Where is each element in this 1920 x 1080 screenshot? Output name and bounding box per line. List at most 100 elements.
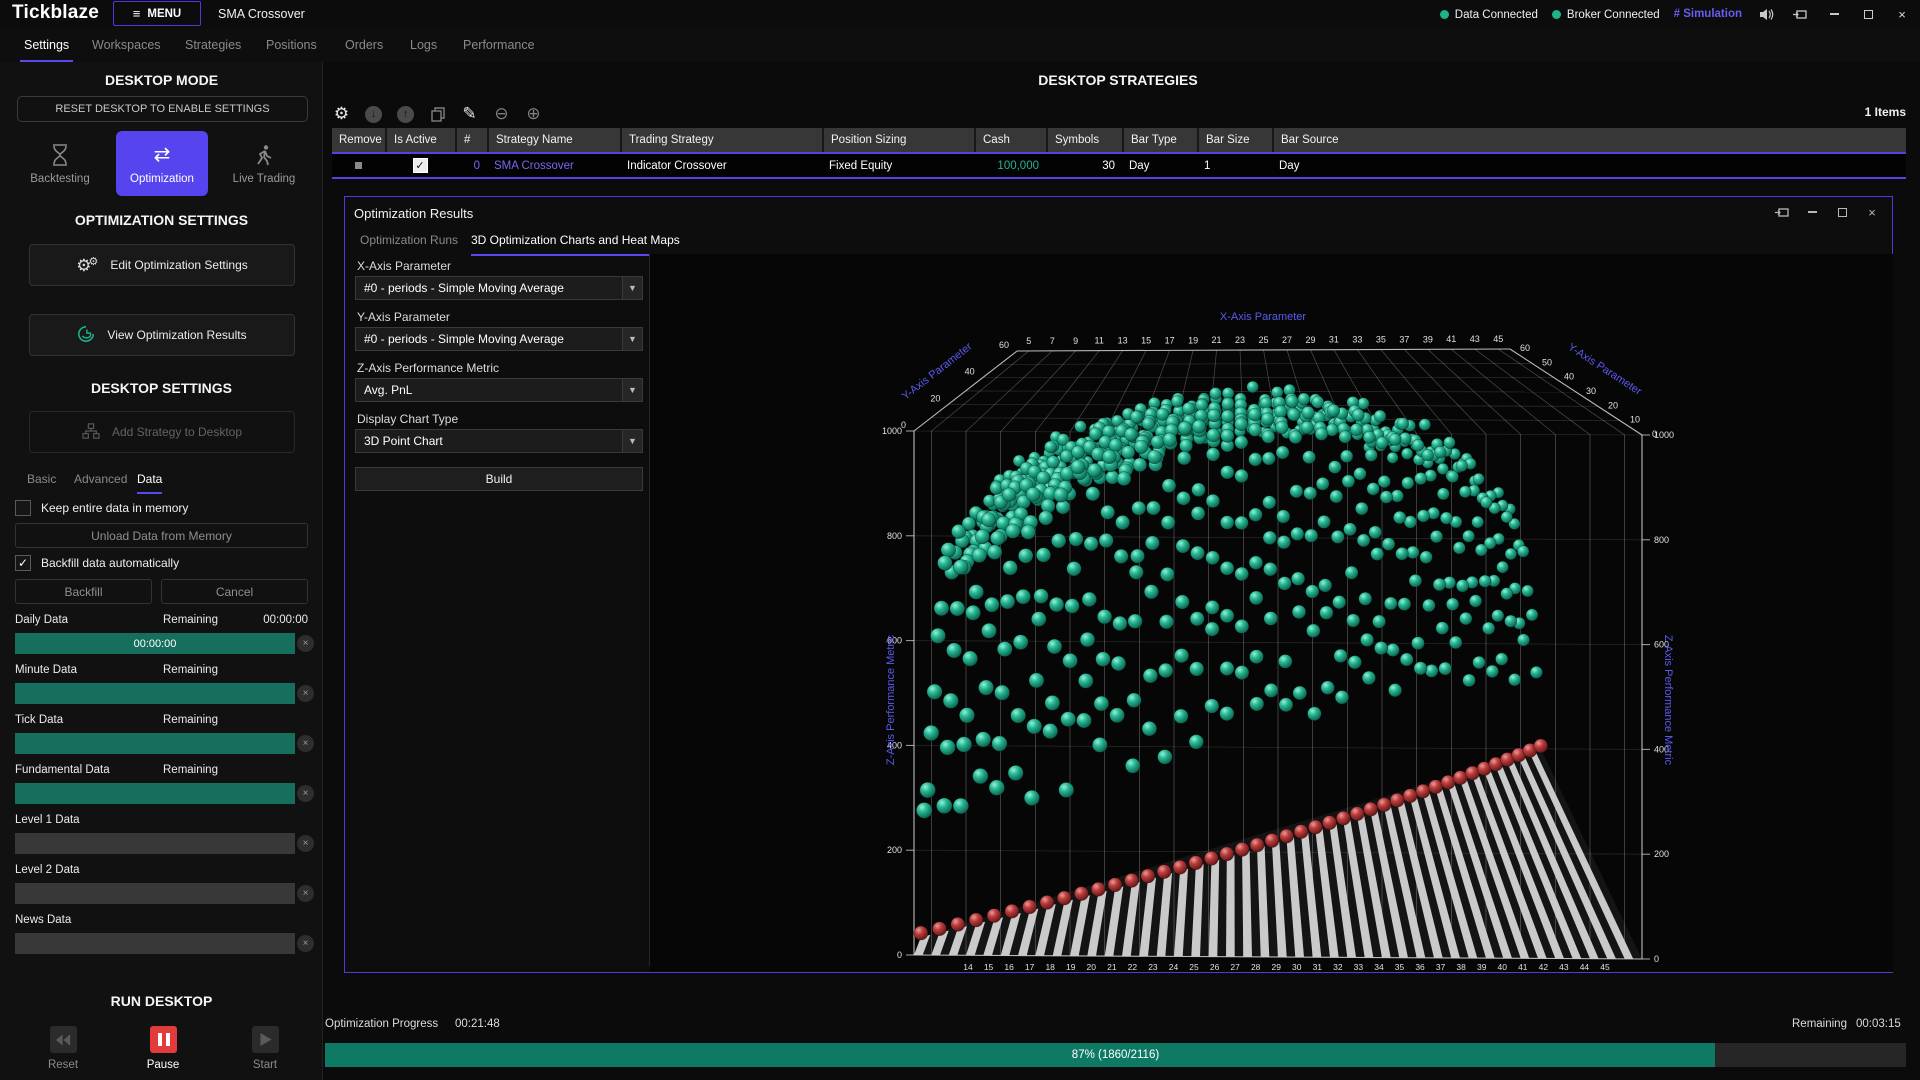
display-chart-type-dropdown[interactable]: 3D Point Chart▼ xyxy=(355,429,643,453)
symbols-cell[interactable]: 30 xyxy=(1046,154,1122,177)
edit-icon[interactable]: ✎ xyxy=(460,105,479,124)
is-active-cell[interactable]: ✓ xyxy=(385,154,455,177)
window-dock-icon[interactable] xyxy=(1772,203,1792,221)
bar-type-cell[interactable]: Day xyxy=(1122,154,1197,177)
remove-handle[interactable] xyxy=(355,162,362,169)
close-icon[interactable]: × xyxy=(1892,5,1912,23)
reset-desktop-button[interactable]: RESET DESKTOP TO ENABLE SETTINGS xyxy=(17,96,308,122)
cancel-download-icon[interactable]: × xyxy=(297,635,314,652)
nav-tab-settings[interactable]: Settings xyxy=(20,34,73,62)
data-connected-dot xyxy=(1440,10,1449,19)
position-sizing-cell[interactable]: Fixed Equity xyxy=(822,154,974,177)
tab-optimization-runs[interactable]: Optimization Runs xyxy=(360,233,458,254)
svg-text:31: 31 xyxy=(1313,962,1323,972)
settings-tab-data[interactable]: Data xyxy=(137,472,162,494)
nav-tab-workspaces[interactable]: Workspaces xyxy=(88,34,165,60)
y-axis-parameter-dropdown[interactable]: #0 - periods - Simple Moving Average▼ xyxy=(355,327,643,351)
data-row-labels: Tick DataRemaining xyxy=(15,714,308,728)
move-up-icon[interactable]: ↑ xyxy=(396,105,415,124)
mode-button-live-trading[interactable]: Live Trading xyxy=(218,131,310,196)
settings-tab-basic[interactable]: Basic xyxy=(27,472,56,492)
svg-text:41: 41 xyxy=(1518,962,1528,972)
remove-cell[interactable] xyxy=(332,154,385,177)
window-maximize-icon[interactable] xyxy=(1832,203,1852,221)
nav-tab-logs[interactable]: Logs xyxy=(406,34,441,60)
start-run-button[interactable] xyxy=(252,1026,279,1053)
column-header--[interactable]: # xyxy=(455,128,487,152)
window-minimize-icon[interactable] xyxy=(1802,203,1822,221)
trading-strategy-cell[interactable]: Indicator Crossover xyxy=(620,154,822,177)
svg-text:40: 40 xyxy=(1498,962,1508,972)
edit-optimization-settings-button[interactable]: ⚙⚙ Edit Optimization Settings xyxy=(29,244,295,286)
nav-tab-orders[interactable]: Orders xyxy=(341,34,387,60)
move-down-icon[interactable]: ↓ xyxy=(364,105,383,124)
cancel-download-icon[interactable]: × xyxy=(297,935,314,952)
bar-size-cell[interactable]: 1 xyxy=(1197,154,1272,177)
mode-button-backtesting[interactable]: Backtesting xyxy=(14,131,106,196)
tab-3d-optimization-charts[interactable]: 3D Optimization Charts and Heat Maps xyxy=(471,233,680,256)
svg-text:45: 45 xyxy=(1493,334,1503,344)
column-header-cash[interactable]: Cash xyxy=(974,128,1046,152)
view-optimization-results-button[interactable]: View Optimization Results xyxy=(29,314,295,356)
cancel-button[interactable]: Cancel xyxy=(161,579,308,604)
svg-text:25: 25 xyxy=(1258,335,1268,345)
column-header-bar-type[interactable]: Bar Type xyxy=(1122,128,1197,152)
z-axis-metric-dropdown[interactable]: Avg. PnL▼ xyxy=(355,378,643,402)
cancel-download-icon[interactable]: × xyxy=(297,685,314,702)
data-row-labels: Daily DataRemaining00:00:00 xyxy=(15,614,308,628)
settings-tab-advanced[interactable]: Advanced xyxy=(74,472,127,492)
remove-icon[interactable]: ⊖ xyxy=(492,105,511,124)
is-active-checkbox[interactable]: ✓ xyxy=(413,158,428,173)
cash-cell[interactable]: 100,000 xyxy=(974,154,1046,177)
keep-data-checkbox[interactable] xyxy=(15,500,31,516)
data-type-label: Tick Data xyxy=(15,714,63,726)
cancel-download-icon[interactable]: × xyxy=(297,735,314,752)
unload-data-button[interactable]: Unload Data from Memory xyxy=(15,523,308,548)
app-window: Tickblaze ≡ MENU SMA Crossover Data Conn… xyxy=(0,0,1920,1080)
backfill-button[interactable]: Backfill xyxy=(15,579,152,604)
keep-data-checkbox-row[interactable]: Keep entire data in memory xyxy=(15,500,188,516)
backfill-checkbox-row[interactable]: ✓ Backfill data automatically xyxy=(15,555,179,571)
number-cell[interactable]: 0 xyxy=(455,154,487,177)
minimize-icon[interactable] xyxy=(1824,5,1844,23)
mode-button-optimization[interactable]: ⇄Optimization xyxy=(116,131,208,196)
3d-optimization-chart[interactable]: 5791113151719212325272931333537394143456… xyxy=(650,254,1893,972)
add-icon[interactable]: ⊕ xyxy=(524,105,543,124)
column-header-symbols[interactable]: Symbols xyxy=(1046,128,1122,152)
pie-chart-icon xyxy=(77,325,95,346)
restore-icon[interactable] xyxy=(1858,5,1878,23)
table-row[interactable]: ✓ 0SMA CrossoverIndicator CrossoverFixed … xyxy=(332,152,1906,179)
column-header-remove[interactable]: Remove xyxy=(332,128,385,152)
settings-icon[interactable]: ⚙ xyxy=(332,105,351,124)
dock-icon[interactable] xyxy=(1790,5,1810,23)
cancel-download-icon[interactable]: × xyxy=(297,785,314,802)
data-type-label: News Data xyxy=(15,914,71,926)
column-header-bar-source[interactable]: Bar Source xyxy=(1272,128,1906,152)
svg-text:22: 22 xyxy=(1128,962,1138,972)
cancel-download-icon[interactable]: × xyxy=(297,885,314,902)
nav-tab-positions[interactable]: Positions xyxy=(262,34,321,60)
build-button[interactable]: Build xyxy=(355,467,643,491)
strategy-name-cell[interactable]: SMA Crossover xyxy=(487,154,620,177)
menu-button[interactable]: ≡ MENU xyxy=(113,1,201,26)
pause-run-button[interactable] xyxy=(150,1026,177,1053)
nav-tab-performance[interactable]: Performance xyxy=(459,34,539,60)
column-header-bar-size[interactable]: Bar Size xyxy=(1197,128,1272,152)
column-header-is-active[interactable]: Is Active xyxy=(385,128,455,152)
column-header-strategy-name[interactable]: Strategy Name xyxy=(487,128,620,152)
cancel-download-icon[interactable]: × xyxy=(297,835,314,852)
backfill-checkbox[interactable]: ✓ xyxy=(15,555,31,571)
column-header-position-sizing[interactable]: Position Sizing xyxy=(822,128,974,152)
add-strategy-button[interactable]: Add Strategy to Desktop xyxy=(29,411,295,453)
window-close-icon[interactable]: × xyxy=(1862,203,1882,221)
bar-source-cell[interactable]: Day xyxy=(1272,154,1906,177)
column-header-trading-strategy[interactable]: Trading Strategy xyxy=(620,128,822,152)
svg-text:7: 7 xyxy=(1050,336,1055,346)
speaker-icon[interactable] xyxy=(1756,5,1776,23)
svg-text:15: 15 xyxy=(984,962,994,972)
reset-run-button[interactable] xyxy=(50,1026,77,1053)
nav-tab-strategies[interactable]: Strategies xyxy=(181,34,245,60)
svg-text:25: 25 xyxy=(1189,962,1199,972)
x-axis-parameter-dropdown[interactable]: #0 - periods - Simple Moving Average▼ xyxy=(355,276,643,300)
duplicate-icon[interactable] xyxy=(428,105,447,124)
